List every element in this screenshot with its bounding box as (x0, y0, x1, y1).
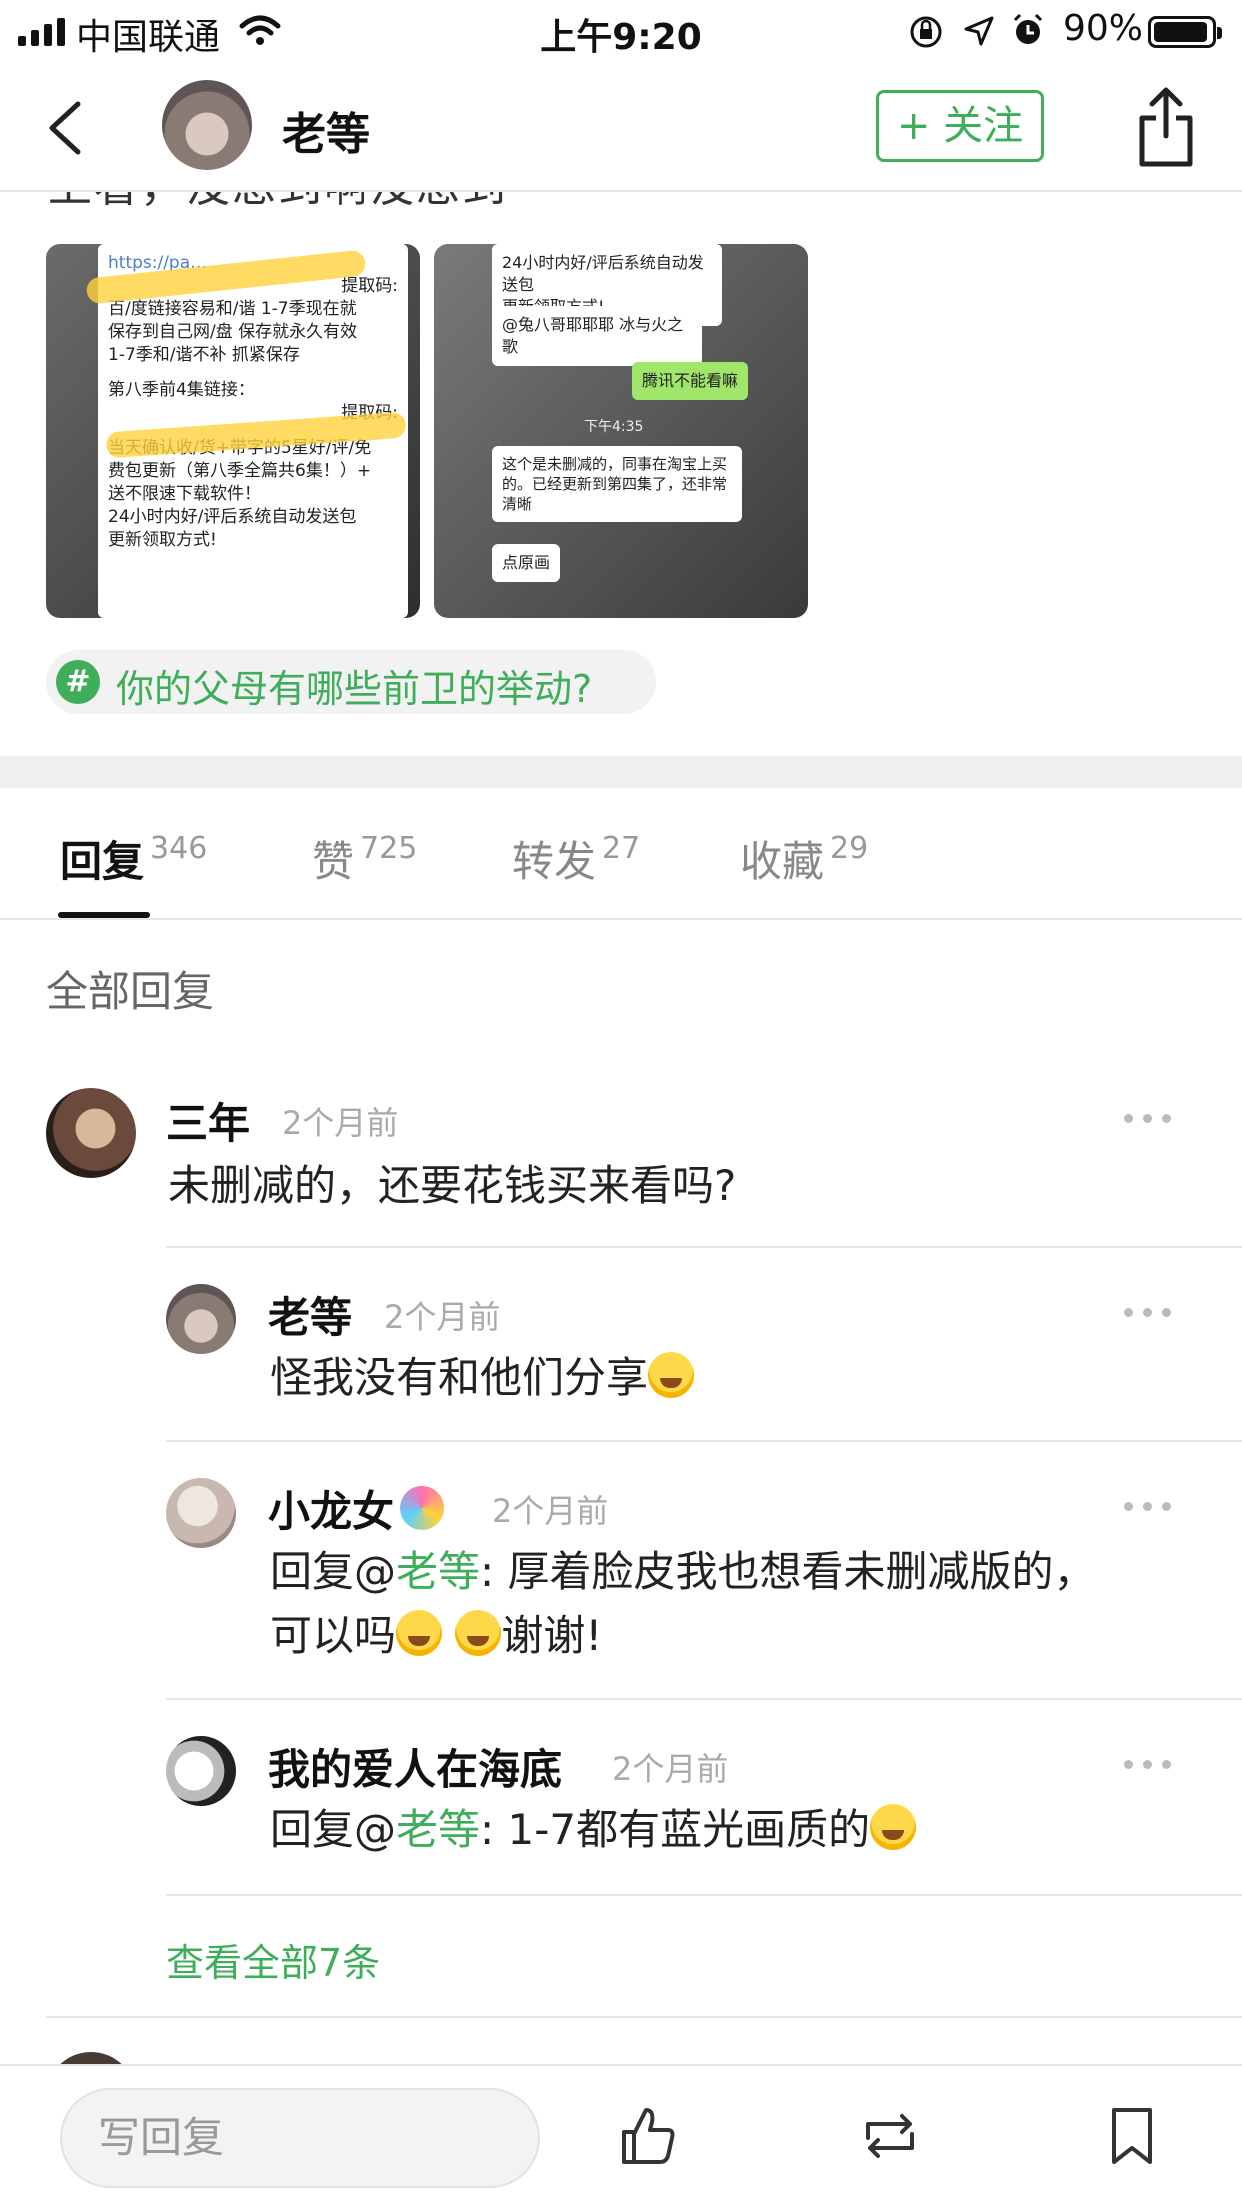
lollipop-emoji-icon (400, 1486, 445, 1530)
commenter-avatar[interactable] (46, 1088, 136, 1178)
commenter-avatar[interactable] (166, 1478, 236, 1548)
alarm-icon (1013, 13, 1043, 44)
topic-tag[interactable]: # 你的父母有哪些前卫的举动? (46, 650, 656, 714)
reply-prefix: 回复@ (270, 1547, 397, 1596)
commenter-name[interactable]: 小龙女 (268, 1478, 445, 1539)
tab-count: 27 (602, 831, 641, 866)
tab-reposts[interactable]: 转发 27 (512, 828, 640, 889)
comment-time: 2个月前 (492, 1492, 609, 1530)
comment-time: 2个月前 (612, 1750, 729, 1788)
image-text: 第八季前4集链接： (108, 380, 255, 400)
comment-time: 2个月前 (384, 1298, 501, 1336)
image-text: @兔八哥耶耶耶 冰与火之歌 (492, 306, 702, 366)
section-divider (0, 756, 1242, 788)
image-text: 百/度链接容易和/谐 1-7季现在就 (108, 299, 357, 319)
mention-link[interactable]: 老等 (396, 1805, 480, 1854)
tab-favorites[interactable]: 收藏 29 (740, 828, 868, 889)
repost-icon[interactable] (858, 2104, 922, 2168)
tab-label: 收藏 (740, 837, 825, 886)
reply-prefix: 回复@ (270, 1805, 397, 1854)
comment-body: 怪我没有和他们分享 (270, 1353, 649, 1402)
commenter-name[interactable]: 三年 (166, 1090, 250, 1151)
comment-body: : 厚着脸皮我也想看未删减版的， (480, 1547, 1096, 1596)
battery-percent: 90% (1063, 8, 1144, 49)
comment-text: 未删减的，还要花钱买来看吗? (168, 1161, 737, 1210)
bottom-action-bar: 写回复 (0, 2064, 1242, 2208)
more-options-icon[interactable] (1124, 1760, 1172, 1770)
active-tab-indicator (58, 912, 150, 918)
divider (166, 1698, 1242, 1700)
image-text: 费包更新（第八季全篇共6集！）+ (108, 461, 372, 481)
image-text: 这个是未删减的，同事在淘宝上买的。已经更新到第四集了，还非常清晰 (492, 446, 742, 522)
author-avatar[interactable] (162, 80, 252, 170)
author-name[interactable]: 老等 (282, 98, 370, 162)
laughing-tears-emoji-icon (396, 1610, 443, 1656)
tab-replies[interactable]: 回复 346 (60, 828, 207, 889)
post-image-1[interactable]: https://pa… 提取码: 百/度链接容易和/谐 1-7季现在就 保存到自… (46, 244, 420, 618)
laughing-tears-emoji-icon (455, 1610, 502, 1656)
image-text: 24小时内好/评后系统自动发送包 (108, 507, 357, 527)
stats-tabs: 回复 346 赞 725 转发 27 收藏 29 (0, 788, 1242, 920)
tab-label: 转发 (512, 837, 597, 886)
image-text: 送不限速下载软件！ (108, 484, 261, 504)
view-all-replies-link[interactable]: 查看全部7条 (166, 1932, 380, 1987)
image-text: 点原画 (492, 544, 561, 582)
comment-text: 怪我没有和他们分享 (270, 1346, 695, 1410)
hashtag-icon: # (56, 660, 100, 704)
tab-count: 725 (360, 831, 418, 866)
commenter-avatar[interactable] (166, 1284, 236, 1354)
laughing-tears-emoji-icon (870, 1804, 917, 1850)
commenter-name-text: 小龙女 (268, 1487, 395, 1536)
commenter-name[interactable]: 我的爱人在海底 (268, 1736, 562, 1797)
image-text: 24小时内好/评后系统自动发送包 (502, 253, 704, 294)
image-text: 保存到自己网/盘 保存就永久有效 (108, 322, 358, 342)
back-button[interactable] (42, 100, 88, 156)
comment-body: 可以吗 (270, 1611, 397, 1660)
divider (166, 1894, 1242, 1896)
commenter-avatar[interactable] (166, 1736, 236, 1806)
more-options-icon[interactable] (1124, 1114, 1172, 1124)
tab-count: 346 (150, 831, 208, 866)
comment-body: 谢谢! (501, 1611, 603, 1660)
image-text: 更新领取方式! (108, 530, 217, 550)
comment-text: 回复@老等: 1-7都有蓝光画质的 (270, 1798, 917, 1862)
image-text: 下午4:35 (584, 419, 644, 435)
tab-likes[interactable]: 赞 725 (312, 828, 417, 889)
clock: 上午9:20 (540, 17, 702, 58)
divider (166, 1440, 1242, 1442)
mention-link[interactable]: 老等 (396, 1547, 480, 1596)
comment-body: : 1-7都有蓝光画质的 (480, 1805, 871, 1854)
image-text: 腾讯不能看嘛 (632, 362, 749, 400)
more-options-icon[interactable] (1124, 1502, 1172, 1512)
comment-text: 回复@老等: 厚着脸皮我也想看未删减版的， 可以吗 谢谢! (270, 1540, 1170, 1668)
laughing-tears-emoji-icon (648, 1352, 695, 1398)
tab-label: 回复 (60, 837, 145, 886)
share-icon[interactable] (1134, 84, 1198, 170)
topic-label: 你的父母有哪些前卫的举动? (116, 667, 593, 711)
comment-time: 2个月前 (282, 1104, 399, 1142)
nav-bar: 老等 + 关注 (0, 62, 1242, 192)
divider (46, 2016, 1242, 2018)
post-image-2[interactable]: 24小时内好/评后系统自动发送包 更新领取方式! @兔八哥耶耶耶 冰与火之歌 腾… (434, 244, 808, 618)
image-text: 1-7季和/谐不补 抓紧保存 (108, 345, 300, 365)
tab-count: 29 (830, 831, 869, 866)
tab-label: 赞 (312, 837, 355, 886)
reply-input[interactable]: 写回复 (60, 2088, 540, 2188)
follow-button[interactable]: + 关注 (876, 90, 1044, 162)
bookmark-icon[interactable] (1100, 2104, 1164, 2168)
location-icon (964, 16, 994, 46)
orientation-lock-icon (910, 16, 942, 48)
battery-icon (1148, 16, 1222, 48)
status-bar: 中国联通 上午9:20 90% (0, 0, 1242, 62)
like-icon[interactable] (616, 2104, 680, 2168)
section-title: 全部回复 (46, 967, 215, 1016)
more-options-icon[interactable] (1124, 1308, 1172, 1318)
divider (166, 1246, 1242, 1248)
commenter-name[interactable]: 老等 (268, 1284, 352, 1345)
